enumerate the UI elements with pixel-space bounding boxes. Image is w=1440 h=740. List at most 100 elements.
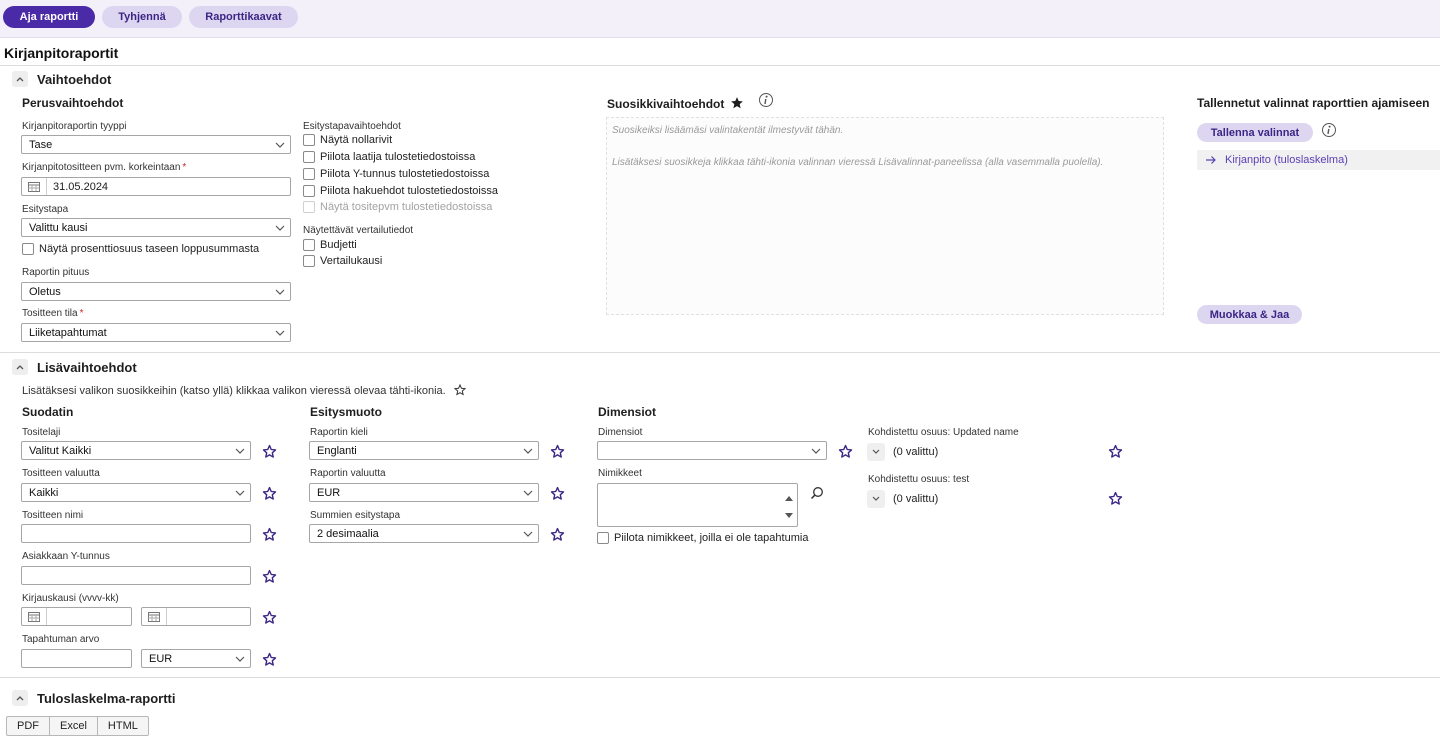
date-input[interactable]: 31.05.2024 (21, 177, 291, 196)
doc-name-label: Tositteen nimi (22, 510, 84, 521)
favorites-hint-1: Suosikeiksi lisäämäsi valintakentät ilme… (612, 125, 844, 136)
extra-section-title: Lisävaihtoehdot (37, 359, 137, 375)
star-outline-icon[interactable] (549, 443, 565, 459)
arrow-right-icon (1206, 156, 1216, 164)
report-currency-label: Raportin valuutta (310, 468, 386, 479)
doc-currency-select[interactable]: Kaikki (21, 483, 251, 502)
calendar-icon[interactable] (142, 608, 167, 625)
period-start-input[interactable] (21, 607, 132, 626)
star-outline-icon[interactable] (1107, 443, 1123, 459)
chevron-down-icon (235, 656, 245, 662)
clear-button[interactable]: Tyhjennä (102, 6, 182, 28)
search-icon[interactable] (809, 485, 825, 501)
chevron-up-icon[interactable] (12, 359, 28, 375)
compare-budget-checkbox[interactable]: Budjetti (303, 239, 357, 251)
info-icon[interactable] (758, 92, 774, 108)
doc-name-input[interactable] (21, 524, 251, 543)
divider (0, 677, 1440, 678)
doc-status-select[interactable]: Liiketapahtumat (21, 323, 291, 342)
display-option-checkbox[interactable]: Piilota hakuehdot tulostetiedostoissa (303, 185, 498, 197)
star-outline-icon[interactable] (261, 485, 277, 501)
period-label: Kirjauskausi (vvvv-kk) (22, 593, 119, 604)
report-length-label: Raportin pituus (22, 267, 90, 278)
chevron-down-icon[interactable] (867, 489, 885, 508)
report-length-select[interactable]: Oletus (21, 282, 291, 301)
report-section-title: Tuloslaskelma-raportti (37, 690, 176, 706)
customer-id-input[interactable] (21, 566, 251, 585)
favorites-drop-area (606, 117, 1164, 315)
checkbox[interactable] (22, 243, 34, 255)
saved-selections-title: Tallennetut valinnat raporttien ajamisee… (1197, 96, 1430, 110)
share1-label: Kohdistettu osuus: Updated name (868, 427, 1019, 438)
report-language-select[interactable]: Englanti (309, 441, 539, 460)
share2-label: Kohdistettu osuus: test (868, 474, 970, 485)
sum-format-label: Summien esitystapa (310, 510, 401, 521)
items-listbox[interactable] (597, 483, 798, 527)
chevron-down-icon (275, 330, 285, 336)
chevron-up-icon[interactable] (12, 71, 28, 87)
star-outline-icon[interactable] (261, 568, 277, 584)
export-excel-button[interactable]: Excel (49, 716, 98, 736)
star-outline-icon[interactable] (261, 443, 277, 459)
share1-selector[interactable]: (0 valittu) (867, 442, 938, 461)
scroll-up-icon[interactable] (784, 494, 794, 502)
date-label: Kirjanpitotositteen pvm. korkeintaan * (22, 162, 187, 173)
event-value-currency-select[interactable]: EUR (141, 649, 251, 668)
scroll-down-icon[interactable] (784, 512, 794, 520)
page-title: Kirjanpitoraportit (4, 45, 119, 61)
filter-title: Suodatin (22, 405, 74, 419)
share2-selector[interactable]: (0 valittu) (867, 489, 938, 508)
dimensions-title: Dimensiot (598, 405, 657, 419)
calendar-icon[interactable] (22, 608, 47, 625)
display-mode-select[interactable]: Valittu kausi (21, 218, 291, 237)
options-section-title: Vaihtoehdot (37, 71, 112, 87)
items-label: Nimikkeet (598, 468, 642, 479)
info-icon[interactable] (1321, 122, 1337, 138)
period-end-input[interactable] (141, 607, 251, 626)
star-outline-icon[interactable] (261, 651, 277, 667)
chevron-up-icon[interactable] (12, 690, 28, 706)
favorites-hint-2: Lisätäksesi suosikkeja klikkaa tähti-iko… (612, 157, 1104, 168)
divider (0, 65, 1440, 66)
display-option-checkbox[interactable]: Piilota laatija tulostetiedostoissa (303, 151, 475, 163)
basic-options-title: Perusvaihtoehdot (22, 96, 124, 110)
chevron-down-icon (523, 448, 533, 454)
star-outline-icon[interactable] (261, 526, 277, 542)
dimensions-select[interactable] (597, 441, 827, 460)
star-outline-icon (452, 382, 468, 398)
star-outline-icon[interactable] (837, 443, 853, 459)
run-report-button[interactable]: Aja raportti (3, 6, 95, 28)
display-option-checkbox[interactable]: Näytä nollarivit (303, 134, 392, 146)
sum-format-select[interactable]: 2 desimaalia (309, 524, 539, 543)
format-title: Esitysmuoto (310, 405, 383, 419)
saved-selection-item[interactable]: Kirjanpito (tuloslaskelma) (1197, 150, 1440, 170)
calendar-icon[interactable] (22, 178, 47, 195)
show-percent-checkbox[interactable]: Näytä prosenttiosuus taseen loppusummast… (22, 243, 259, 255)
event-value-input[interactable] (21, 649, 132, 668)
star-outline-icon[interactable] (1107, 490, 1123, 506)
report-type-select[interactable]: Tase (21, 135, 291, 154)
extra-section-header[interactable]: Lisävaihtoehdot (12, 359, 137, 375)
display-option-checkbox[interactable]: Piilota Y-tunnus tulostetiedostoissa (303, 168, 489, 180)
export-html-button[interactable]: HTML (96, 716, 149, 736)
hide-items-checkbox[interactable]: Piilota nimikkeet, joilla ei ole tapahtu… (597, 532, 808, 544)
save-selections-button[interactable]: Tallenna valinnat (1197, 123, 1313, 142)
star-outline-icon[interactable] (261, 609, 277, 625)
top-toolbar: Aja raportti Tyhjennä Raporttikaavat (0, 0, 1440, 38)
star-outline-icon[interactable] (549, 485, 565, 501)
star-filled-icon (729, 95, 745, 111)
extra-hint: Lisätäksesi valikon suosikkeihin (katso … (22, 385, 446, 397)
doc-type-label: Tositelaji (22, 427, 61, 438)
chevron-down-icon[interactable] (867, 442, 885, 461)
star-outline-icon[interactable] (549, 526, 565, 542)
report-templates-button[interactable]: Raporttikaavat (189, 6, 298, 28)
chevron-down-icon (811, 448, 821, 454)
edit-share-button[interactable]: Muokkaa & Jaa (1197, 305, 1302, 324)
export-pdf-button[interactable]: PDF (6, 716, 50, 736)
chevron-down-icon (275, 225, 285, 231)
doc-type-select[interactable]: Valitut Kaikki (21, 441, 251, 460)
compare-period-checkbox[interactable]: Vertailukausi (303, 255, 382, 267)
report-section-header[interactable]: Tuloslaskelma-raportti (12, 690, 175, 706)
report-currency-select[interactable]: EUR (309, 483, 539, 502)
options-section-header[interactable]: Vaihtoehdot (12, 71, 111, 87)
